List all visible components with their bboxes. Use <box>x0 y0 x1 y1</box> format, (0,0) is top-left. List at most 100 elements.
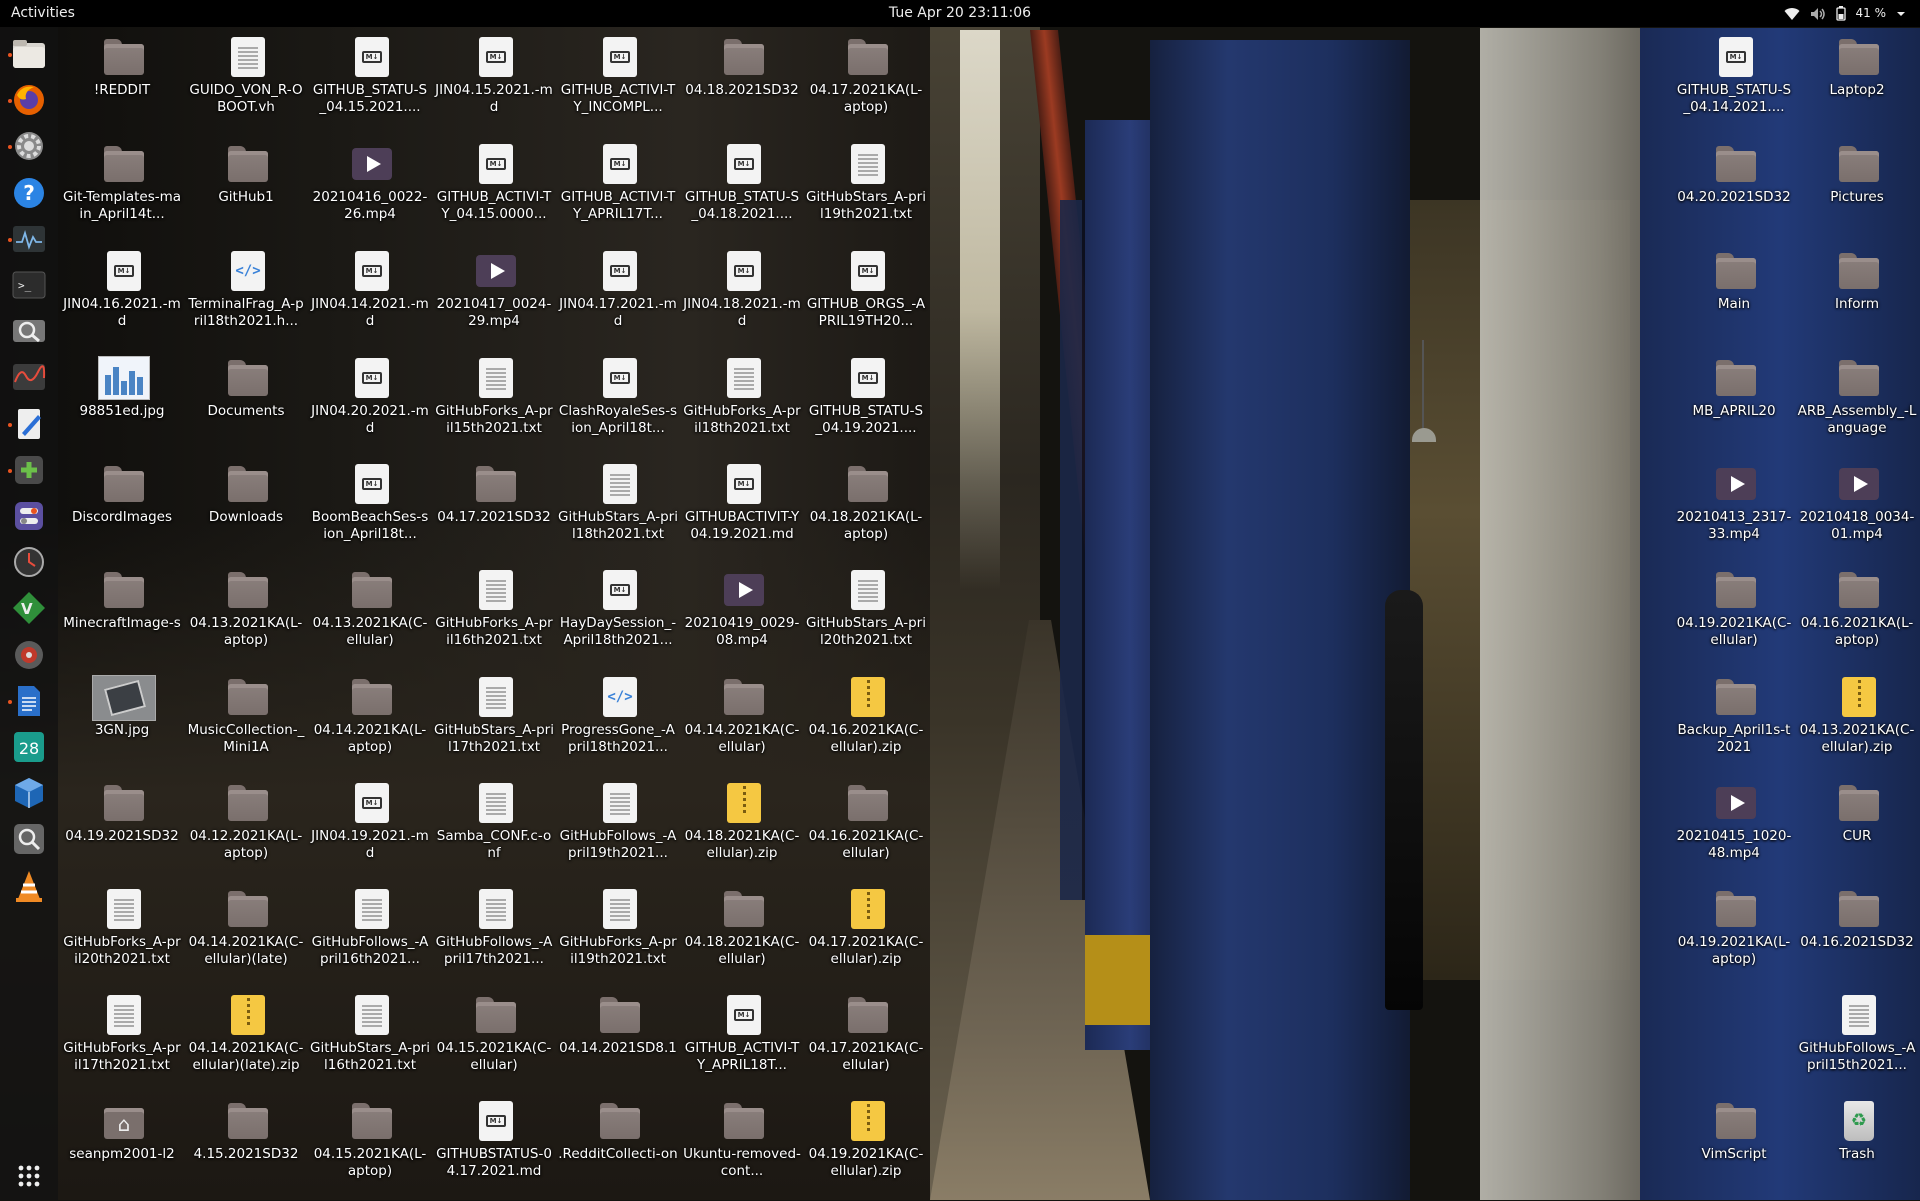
desktop-icon[interactable]: 04.16.2021KA(C-ellular).zip <box>806 670 926 774</box>
desktop-icon[interactable]: Main <box>1674 244 1794 348</box>
dock-item-calendar[interactable]: 28 <box>6 726 52 772</box>
desktop-icon[interactable]: 04.14.2021KA(C-ellular)(late).zip <box>186 988 306 1092</box>
desktop-icon[interactable]: GitHubFollows_-April17th2021... <box>434 882 554 986</box>
dock-item-settings[interactable] <box>6 125 52 171</box>
desktop-icon[interactable]: 04.16.2021KA(L-aptop) <box>1797 563 1917 667</box>
show-applications-button[interactable] <box>6 1155 52 1201</box>
dock-item-vim[interactable]: V <box>6 587 52 633</box>
desktop-icon[interactable]: M↓ GITHUB_STATU-S_04.19.2021.... <box>806 351 926 455</box>
dock-item-text-editor[interactable] <box>6 403 52 449</box>
desktop-icon[interactable]: !REDDIT <box>62 30 182 134</box>
desktop-icon[interactable]: 04.19.2021KA(C-ellular).zip <box>806 1094 926 1198</box>
desktop-icon[interactable]: M↓ BoomBeachSes-sion_April18t... <box>310 457 430 561</box>
desktop-icon[interactable]: 98851ed.jpg <box>62 351 182 455</box>
desktop-icon[interactable]: 04.13.2021KA(C-ellular).zip <box>1797 670 1917 774</box>
desktop-icon[interactable]: 3GN.jpg <box>62 670 182 774</box>
desktop-icon[interactable]: 04.13.2021KA(L-aptop) <box>186 563 306 667</box>
desktop-icon[interactable]: GitHubStars_A-pril20th2021.txt <box>806 563 926 667</box>
desktop-icon[interactable]: GitHubFollows_-April19th2021... <box>558 776 678 880</box>
desktop-icon[interactable]: M↓ JIN04.17.2021.-md <box>558 244 678 348</box>
desktop-icon[interactable]: GitHubForks_A-pril16th2021.txt <box>434 563 554 667</box>
desktop-icon[interactable]: 20210419_0029-08.mp4 <box>682 563 802 667</box>
system-status-area[interactable]: 41 % <box>1784 0 1907 27</box>
desktop-icon[interactable]: 04.16.2021SD32 <box>1797 882 1917 986</box>
desktop-icon[interactable]: M↓ JIN04.20.2021.-md <box>310 351 430 455</box>
clock-button[interactable]: Tue Apr 20 23:11:06 <box>889 5 1031 21</box>
desktop-icon[interactable]: 04.12.2021KA(L-aptop) <box>186 776 306 880</box>
desktop-icon[interactable]: GitHubStars_A-pril16th2021.txt <box>310 988 430 1092</box>
dock-item-disk-utility[interactable] <box>6 634 52 680</box>
desktop-icon[interactable]: M↓ JIN04.15.2021.-md <box>434 30 554 134</box>
desktop-icon[interactable]: M↓ JIN04.18.2021.-md <box>682 244 802 348</box>
desktop-icon[interactable]: M↓ GITHUB_ACTIVI-TY_APRIL18T... <box>682 988 802 1092</box>
desktop-icon[interactable]: GitHubFollows_-April15th2021... <box>1797 988 1917 1092</box>
dock-item-add-app[interactable] <box>6 449 52 495</box>
desktop-icon[interactable]: 04.20.2021SD32 <box>1674 137 1794 241</box>
desktop-icon[interactable]: 04.19.2021KA(L-aptop) <box>1674 882 1794 986</box>
desktop-icon[interactable]: 04.17.2021KA(C-ellular) <box>806 988 926 1092</box>
desktop-icon[interactable]: Downloads <box>186 457 306 561</box>
dock-item-files[interactable] <box>6 33 52 79</box>
desktop-icon[interactable]: GitHubForks_A-pril15th2021.txt <box>434 351 554 455</box>
dock-item-virtualbox[interactable] <box>6 772 52 818</box>
dock-item-system-monitor[interactable] <box>6 218 52 264</box>
desktop-icon[interactable]: GitHubStars_A-pril17th2021.txt <box>434 670 554 774</box>
desktop-icon[interactable]: ARB_Assembly_-Language <box>1797 351 1917 455</box>
desktop-icon[interactable]: M↓ GITHUBACTIVIT-Y04.19.2021.md <box>682 457 802 561</box>
desktop-icon[interactable]: M↓ JIN04.16.2021.-md <box>62 244 182 348</box>
desktop-icon[interactable]: 20210417_0024-29.mp4 <box>434 244 554 348</box>
desktop-icon[interactable]: Samba_CONF.c-onf <box>434 776 554 880</box>
dock-item-screenshot[interactable] <box>6 310 52 356</box>
desktop-icon[interactable]: M↓ GITHUBSTATUS-04.17.2021.md <box>434 1094 554 1198</box>
desktop-icon[interactable]: M↓ GITHUB_STATU-S_04.18.2021.... <box>682 137 802 241</box>
desktop-icon[interactable]: 04.18.2021KA(C-ellular) <box>682 882 802 986</box>
desktop-icon[interactable]: GitHubForks_A-pril17th2021.txt <box>62 988 182 1092</box>
desktop-icon[interactable]: 04.19.2021SD32 <box>62 776 182 880</box>
desktop-icon[interactable]: 20210413_2317-33.mp4 <box>1674 457 1794 561</box>
desktop-icon[interactable]: 04.14.2021KA(C-ellular)(late) <box>186 882 306 986</box>
desktop-icon[interactable]: MinecraftImage-s <box>62 563 182 667</box>
desktop-icon[interactable]: GitHubFollows_-April16th2021... <box>310 882 430 986</box>
desktop-icon[interactable]: Pictures <box>1797 137 1917 241</box>
desktop-icon[interactable]: GitHubForks_A-pril20th2021.txt <box>62 882 182 986</box>
desktop-icon[interactable]: 20210416_0022-26.mp4 <box>310 137 430 241</box>
desktop-icon[interactable]: 04.18.2021KA(C-ellular).zip <box>682 776 802 880</box>
desktop-icon[interactable]: Ukuntu-removed-cont... <box>682 1094 802 1198</box>
desktop-icon[interactable]: GUIDO_VON_R-OBOOT.vh <box>186 30 306 134</box>
desktop-icon[interactable]: </> ProgressGone_-April18th2021... <box>558 670 678 774</box>
desktop-icon[interactable]: 4.15.2021SD32 <box>186 1094 306 1198</box>
desktop-icon[interactable]: GitHubStars_A-pril18th2021.txt <box>558 457 678 561</box>
desktop-icon[interactable]: MB_APRIL20 <box>1674 351 1794 455</box>
desktop-icon[interactable]: 04.14.2021SD8.1 <box>558 988 678 1092</box>
desktop-icon[interactable]: 04.18.2021KA(L-aptop) <box>806 457 926 561</box>
desktop-icon[interactable]: MusicCollection-_Mini1A <box>186 670 306 774</box>
desktop-icon[interactable]: GitHubStars_A-pril19th2021.txt <box>806 137 926 241</box>
desktop-icon[interactable]: 04.14.2021KA(C-ellular) <box>682 670 802 774</box>
desktop-icon[interactable]: 04.17.2021SD32 <box>434 457 554 561</box>
desktop-icon[interactable]: 04.15.2021KA(C-ellular) <box>434 988 554 1092</box>
desktop-icon[interactable]: 04.13.2021KA(C-ellular) <box>310 563 430 667</box>
desktop-icon[interactable]: Inform <box>1797 244 1917 348</box>
dock-item-tweaks[interactable] <box>6 495 52 541</box>
dock-item-search[interactable] <box>6 818 52 864</box>
desktop-icon[interactable]: M↓ GITHUB_STATU-S_04.14.2021.... <box>1674 30 1794 134</box>
dock-item-vlc[interactable] <box>6 865 52 911</box>
desktop-icon[interactable]: M↓ GITHUB_ACTIVI-TY_APRIL17T... <box>558 137 678 241</box>
dock-item-help[interactable]: ? <box>6 172 52 218</box>
desktop-icon[interactable]: seanpm2001-l2 <box>62 1094 182 1198</box>
desktop-icon[interactable]: 04.14.2021KA(L-aptop) <box>310 670 430 774</box>
dock-item-terminal[interactable]: >_ <box>6 264 52 310</box>
desktop-icon[interactable]: VimScript <box>1674 1094 1794 1198</box>
desktop-icon[interactable]: ♻ Trash <box>1797 1094 1917 1198</box>
desktop-icon[interactable]: GitHub1 <box>186 137 306 241</box>
desktop-icon[interactable]: M↓ ClashRoyaleSes-sion_April18t... <box>558 351 678 455</box>
desktop-icon[interactable]: 04.15.2021KA(L-aptop) <box>310 1094 430 1198</box>
desktop-icon[interactable]: 04.18.2021SD32 <box>682 30 802 134</box>
desktop-icon[interactable]: Laptop2 <box>1797 30 1917 134</box>
desktop-icon[interactable]: 04.16.2021KA(C-ellular) <box>806 776 926 880</box>
activities-button[interactable]: Activities <box>11 0 75 27</box>
desktop-icon[interactable]: M↓ GITHUB_STATU-S_04.15.2021.... <box>310 30 430 134</box>
desktop-icon[interactable]: M↓ GITHUB_ORGS_-APRIL19TH20... <box>806 244 926 348</box>
dock-item-libreoffice-writer[interactable] <box>6 680 52 726</box>
desktop-icon[interactable]: .RedditCollecti-on <box>558 1094 678 1198</box>
